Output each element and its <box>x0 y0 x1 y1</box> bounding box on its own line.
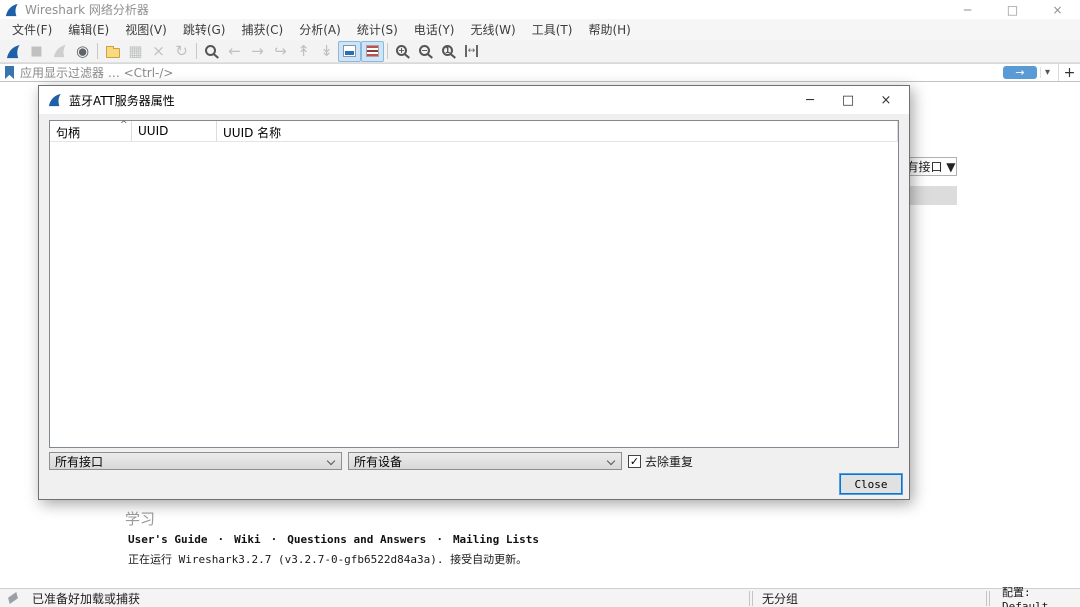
dialog-close-button[interactable]: × <box>867 86 905 114</box>
dialog-window-controls: ─ □ × <box>791 86 905 114</box>
sort-ascending-icon: ^ <box>120 120 128 130</box>
minimize-button[interactable]: ─ <box>945 0 990 19</box>
status-packets-text: 无分组 <box>762 590 798 607</box>
close-file-icon[interactable]: × <box>147 41 170 62</box>
zoom-out-icon[interactable]: − <box>414 41 437 62</box>
status-bar: 已准备好加载或捕获 无分组 配置: Default <box>0 588 1080 607</box>
device-filter-select[interactable]: 所有设备 <box>348 452 622 470</box>
interfaces-dropdown-button[interactable]: 有接口 ▼ <box>905 157 957 176</box>
zoom-in-icon[interactable]: + <box>391 41 414 62</box>
folder-icon <box>106 48 120 58</box>
dialog-maximize-button[interactable]: □ <box>829 86 867 114</box>
resize-columns-icon[interactable]: ↔ <box>460 41 483 62</box>
bluetooth-att-dialog: 蓝牙ATT服务器属性 ─ □ × 句柄 UUID UUID 名称 ^ 所有接口 … <box>38 85 910 500</box>
status-separator <box>749 591 750 606</box>
status-packet-section: 无分组 <box>762 589 798 607</box>
wireshark-main-window: Wireshark 网络分析器 ─ □ × 文件(F) 编辑(E) 视图(V) … <box>0 0 1080 607</box>
toolbar-separator <box>387 43 388 59</box>
dialog-minimize-button[interactable]: ─ <box>791 86 829 114</box>
column-header-uuid-name[interactable]: UUID 名称 <box>217 121 898 141</box>
link-wiki[interactable]: Wiki <box>234 533 261 546</box>
chevron-down-icon <box>327 457 335 465</box>
display-filter-bar: → ▾ + <box>0 63 1080 82</box>
link-users-guide[interactable]: User's Guide <box>128 533 207 546</box>
interface-filter-value: 所有接口 <box>55 453 103 470</box>
main-window-controls: ─ □ × <box>945 0 1080 19</box>
capture-options-icon[interactable]: ◉ <box>71 41 94 62</box>
learn-heading: 学习 <box>125 508 155 529</box>
link-separator: · <box>217 533 224 546</box>
menu-telephony[interactable]: 电话(Y) <box>406 19 463 40</box>
dialog-close-action-button[interactable]: Close <box>840 474 902 494</box>
go-forward-icon[interactable]: → <box>246 41 269 62</box>
status-profile-section[interactable]: 配置: Default <box>1002 589 1080 607</box>
menu-help[interactable]: 帮助(H) <box>580 19 638 40</box>
column-header-uuid[interactable]: UUID <box>132 121 217 141</box>
add-filter-button[interactable]: + <box>1058 64 1080 81</box>
dialog-title: 蓝牙ATT服务器属性 <box>69 92 175 109</box>
attributes-table: 句柄 UUID UUID 名称 ^ <box>49 120 899 448</box>
main-titlebar: Wireshark 网络分析器 ─ □ × <box>0 0 1080 19</box>
wireshark-logo-icon <box>5 3 19 17</box>
remove-duplicates-checkbox[interactable]: ✓ <box>628 455 641 468</box>
go-to-packet-icon[interactable]: ↪ <box>269 41 292 62</box>
help-links-row: User's Guide · Wiki · Questions and Answ… <box>128 533 539 546</box>
expert-info-icon[interactable] <box>8 592 18 604</box>
menu-tools[interactable]: 工具(T) <box>524 19 581 40</box>
auto-scroll-icon[interactable] <box>338 41 361 62</box>
menu-go[interactable]: 跳转(G) <box>175 19 234 40</box>
window-title: Wireshark 网络分析器 <box>25 1 149 18</box>
menu-view[interactable]: 视图(V) <box>117 19 175 40</box>
save-file-icon[interactable]: ▦ <box>124 41 147 62</box>
wireshark-logo-icon <box>48 93 62 107</box>
start-capture-icon[interactable] <box>2 41 25 62</box>
status-left-section: 已准备好加载或捕获 <box>0 589 140 607</box>
filter-history-caret-icon[interactable]: ▾ <box>1040 67 1054 78</box>
menu-edit[interactable]: 编辑(E) <box>60 19 117 40</box>
chevron-down-icon <box>607 457 615 465</box>
remove-duplicates-row: ✓ 去除重复 <box>628 453 693 470</box>
attributes-table-header: 句柄 UUID UUID 名称 ^ <box>50 121 898 142</box>
go-first-packet-icon[interactable]: ↟ <box>292 41 315 62</box>
close-button[interactable]: × <box>1035 0 1080 19</box>
dialog-titlebar[interactable]: 蓝牙ATT服务器属性 ─ □ × <box>39 86 909 114</box>
status-profile-text: 配置: Default <box>1002 584 1080 607</box>
interface-sparkline <box>905 186 957 205</box>
status-separator <box>752 591 753 606</box>
menu-capture[interactable]: 捕获(C) <box>233 19 291 40</box>
stop-capture-icon[interactable]: ■ <box>25 41 48 62</box>
link-mailing-lists[interactable]: Mailing Lists <box>453 533 539 546</box>
reload-file-icon[interactable]: ↻ <box>170 41 193 62</box>
device-filter-value: 所有设备 <box>354 453 402 470</box>
maximize-button[interactable]: □ <box>990 0 1035 19</box>
menu-wireless[interactable]: 无线(W) <box>463 19 524 40</box>
display-filter-input[interactable] <box>20 64 1003 81</box>
menu-statistics[interactable]: 统计(S) <box>349 19 406 40</box>
toolbar-separator <box>196 43 197 59</box>
status-separator <box>986 591 987 606</box>
restart-capture-icon[interactable] <box>48 41 71 62</box>
toolbar-separator <box>97 43 98 59</box>
status-separator <box>989 591 990 606</box>
link-questions-answers[interactable]: Questions and Answers <box>287 533 426 546</box>
link-separator: · <box>271 533 278 546</box>
go-back-icon[interactable]: ← <box>223 41 246 62</box>
link-separator: · <box>436 533 443 546</box>
status-ready-text: 已准备好加载或捕获 <box>32 590 140 607</box>
open-file-icon[interactable] <box>101 41 124 62</box>
find-packet-icon[interactable] <box>200 41 223 62</box>
go-last-packet-icon[interactable]: ↡ <box>315 41 338 62</box>
main-toolbar: ■ ◉ ▦ × ↻ ← → ↪ ↟ ↡ + − 1 ↔ <box>0 40 1080 63</box>
menu-bar: 文件(F) 编辑(E) 视图(V) 跳转(G) 捕获(C) 分析(A) 统计(S… <box>0 19 1080 40</box>
apply-filter-icon[interactable]: → <box>1003 66 1037 79</box>
zoom-100-icon[interactable]: 1 <box>437 41 460 62</box>
colorize-packets-icon[interactable] <box>361 41 384 62</box>
menu-analyze[interactable]: 分析(A) <box>291 19 349 40</box>
remove-duplicates-label: 去除重复 <box>645 453 693 470</box>
menu-file[interactable]: 文件(F) <box>4 19 60 40</box>
interface-filter-select[interactable]: 所有接口 <box>49 452 342 470</box>
filter-bookmark-icon[interactable] <box>5 66 14 79</box>
version-status-text: 正在运行 Wireshark3.2.7 (v3.2.7-0-gfb6522d84… <box>128 551 527 567</box>
